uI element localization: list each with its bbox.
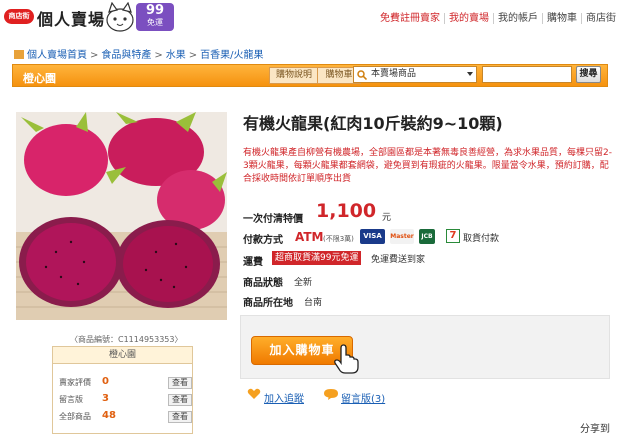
- register-seller-link[interactable]: 免費註冊賣家: [376, 13, 444, 24]
- shipping-text: 免運費送到家: [371, 255, 426, 265]
- atm-note: (不限3萬): [323, 235, 354, 243]
- heart-icon: [247, 388, 261, 399]
- atm-payment: ATM: [295, 230, 324, 244]
- jcb-card-icon: JCB: [419, 229, 435, 244]
- view-products-button[interactable]: 查看: [168, 411, 192, 423]
- mascot-cat-icon: [106, 2, 134, 32]
- shop-guestbook-row: 留言版 3 查看: [59, 393, 192, 408]
- product-description: 有機火龍果產自柳營有機農場，全部園區都是本著無毒良善經營，為求水果品質，每棵只留…: [243, 148, 612, 184]
- chevron-down-icon: [467, 72, 473, 76]
- search-scope-select[interactable]: 本賣場商品: [353, 66, 477, 83]
- shop-row-value: 0: [102, 376, 109, 387]
- price-unit: 元: [382, 213, 392, 223]
- product-title: 有機火龍果(紅肉10斤裝約9~10顆): [243, 114, 503, 133]
- product-image[interactable]: [16, 112, 227, 320]
- message-bubble-icon: [324, 389, 338, 400]
- shop-rating-row: 賣家評價 0 查看: [59, 376, 192, 391]
- cart-link[interactable]: 購物車: [542, 13, 581, 24]
- shop-row-label: 留言版: [59, 395, 83, 404]
- breadcrumb-item[interactable]: 個人賣場首頁: [27, 50, 87, 61]
- mall-link[interactable]: 商店街: [581, 13, 620, 24]
- free-shipping-promo[interactable]: 99 免運: [136, 3, 174, 31]
- promo-number: 99: [145, 3, 165, 18]
- add-to-watchlist-link[interactable]: 加入追蹤: [264, 390, 304, 405]
- store-name[interactable]: 橙心園: [23, 70, 56, 86]
- location-value: 台南: [304, 298, 323, 308]
- shop-row-value: 3: [102, 393, 109, 404]
- shop-row-value: 48: [102, 410, 116, 421]
- breadcrumb-item[interactable]: 食品與特產: [101, 50, 151, 61]
- shop-products-row: 全部商品 48 查看: [59, 410, 192, 425]
- location-label: 商品所在地: [243, 298, 293, 309]
- seven-eleven-mark: 7: [449, 230, 457, 241]
- price-value: 1,100: [316, 200, 377, 222]
- condition-value: 全新: [294, 278, 313, 288]
- my-account-link[interactable]: 我的帳戶: [493, 13, 542, 24]
- search-scope-value: 本賣場商品: [371, 69, 417, 79]
- tab-shopping-guide[interactable]: 購物說明: [269, 67, 319, 84]
- top-header: 商店街 個人賣場 99 免運 免費註冊賣家 我的賣場 我的帳戶 購物車 商店街: [0, 0, 620, 34]
- price-label: 一次付清特價: [243, 214, 303, 225]
- cod-payment: 取貨付款: [463, 234, 500, 244]
- mastercard-icon: Master: [390, 229, 414, 244]
- view-rating-button[interactable]: 查看: [168, 377, 192, 389]
- breadcrumb-item[interactable]: 水果: [166, 50, 186, 61]
- condition-label: 商品狀態: [243, 278, 283, 289]
- search-button[interactable]: 搜尋: [576, 66, 601, 83]
- breadcrumb-item[interactable]: 百香果/火龍果: [200, 50, 263, 61]
- logo-badge[interactable]: 商店街: [4, 9, 34, 24]
- guestbook-link[interactable]: 留言版(3): [341, 390, 385, 405]
- search-icon: [357, 70, 367, 80]
- my-store-link[interactable]: 我的賣場: [444, 13, 493, 24]
- promo-text: 免運: [147, 18, 163, 27]
- view-guestbook-button[interactable]: 查看: [168, 394, 192, 406]
- shop-info-title[interactable]: 橙心園: [53, 347, 192, 364]
- shop-info-box: 橙心園 賣家評價 0 查看 留言版 3 查看 全部商品 48 查看: [52, 346, 193, 434]
- shop-row-label: 全部商品: [59, 412, 91, 421]
- product-code: 〈商品編號：C1114953353〉: [70, 335, 183, 344]
- shipping-badge: 超商取貨滿99元免運: [272, 251, 362, 265]
- shipping-label: 運費: [243, 257, 263, 268]
- payment-label: 付款方式: [243, 235, 283, 246]
- share-label: 分享到: [580, 424, 610, 435]
- breadcrumb: 個人賣場首頁 > 食品與特產 > 水果 > 百香果/火龍果: [14, 46, 264, 61]
- search-input[interactable]: [482, 66, 572, 83]
- top-links: 免費註冊賣家 我的賣場 我的帳戶 購物車 商店街: [376, 9, 620, 24]
- home-icon: [14, 50, 24, 59]
- site-logo-text[interactable]: 個人賣場: [37, 6, 105, 30]
- visa-card-icon: VISA: [360, 229, 385, 244]
- seven-eleven-icon: 7: [446, 229, 460, 243]
- pointer-hand-icon: [334, 344, 359, 374]
- shop-row-label: 賣家評價: [59, 378, 91, 387]
